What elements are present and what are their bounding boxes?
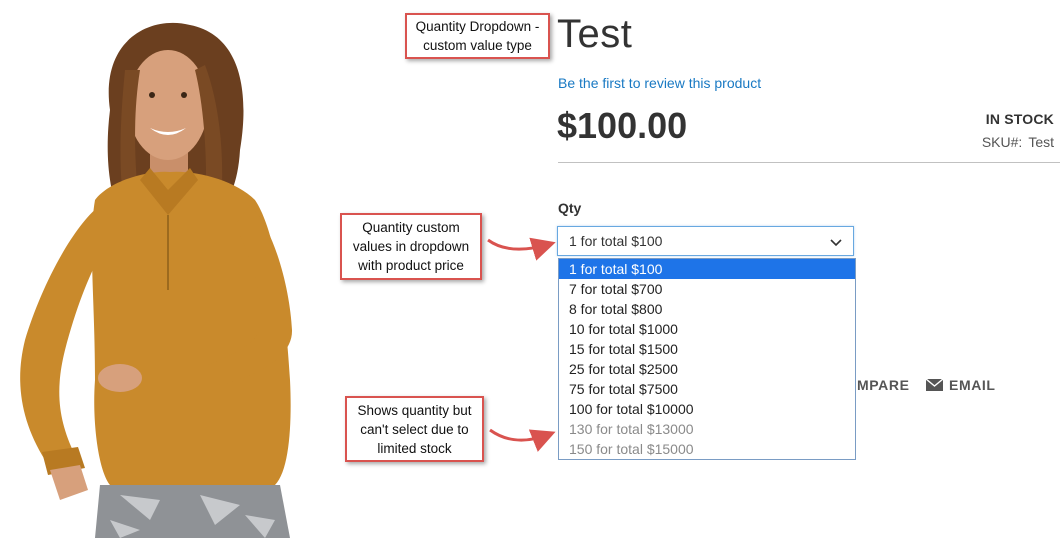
annotation-line: can't select due to bbox=[360, 421, 469, 437]
qty-option[interactable]: 25 for total $2500 bbox=[559, 359, 855, 379]
add-to-compare-link[interactable]: MPARE bbox=[857, 377, 910, 393]
sku-line: SKU#: Test bbox=[982, 134, 1054, 150]
annotation-line: Shows quantity but bbox=[357, 402, 472, 418]
qty-option[interactable]: 8 for total $800 bbox=[559, 299, 855, 319]
arrow-to-dropdown bbox=[487, 237, 556, 261]
qty-selected-value: 1 for total $100 bbox=[569, 233, 663, 249]
annotation-line: Quantity Dropdown - bbox=[415, 19, 540, 34]
sku-value: Test bbox=[1028, 134, 1054, 150]
stock-status: IN STOCK bbox=[985, 111, 1054, 127]
annotation-line: custom value type bbox=[423, 38, 532, 53]
qty-option[interactable]: 1 for total $100 bbox=[559, 259, 855, 279]
qty-select[interactable]: 1 for total $100 bbox=[557, 226, 854, 256]
qty-option[interactable]: 100 for total $10000 bbox=[559, 399, 855, 419]
qty-option[interactable]: 7 for total $700 bbox=[559, 279, 855, 299]
qty-dropdown-list[interactable]: 1 for total $100 7 for total $700 8 for … bbox=[558, 258, 856, 460]
product-title: Test bbox=[557, 12, 633, 56]
qty-option[interactable]: 10 for total $1000 bbox=[559, 319, 855, 339]
email-link[interactable]: EMAIL bbox=[926, 377, 996, 393]
envelope-icon bbox=[926, 379, 943, 391]
divider bbox=[558, 162, 1060, 163]
sku-label: SKU#: bbox=[981, 134, 1023, 150]
product-price: $100.00 bbox=[557, 105, 688, 146]
qty-option[interactable]: 15 for total $1500 bbox=[559, 339, 855, 359]
annotation-custom-values: Quantity custom values in dropdown with … bbox=[340, 213, 482, 280]
annotation-dropdown-type: Quantity Dropdown - custom value type bbox=[405, 13, 550, 59]
chevron-down-icon bbox=[830, 239, 842, 247]
annotation-line: Quantity custom bbox=[362, 220, 460, 235]
review-link[interactable]: Be the first to review this product bbox=[558, 75, 761, 91]
qty-option[interactable]: 75 for total $7500 bbox=[559, 379, 855, 399]
arrow-to-disabled-options bbox=[489, 428, 556, 452]
email-label: EMAIL bbox=[949, 377, 996, 393]
qty-option-disabled: 150 for total $15000 bbox=[569, 441, 694, 457]
annotation-line: with product price bbox=[358, 258, 464, 273]
qty-label: Qty bbox=[558, 200, 582, 216]
annotation-line: values in dropdown bbox=[352, 239, 470, 254]
annotation-line: limited stock bbox=[377, 440, 452, 456]
qty-option-disabled: 130 for total $13000 bbox=[569, 421, 694, 437]
annotation-limited-stock: Shows quantity but can't select due to l… bbox=[345, 396, 484, 462]
